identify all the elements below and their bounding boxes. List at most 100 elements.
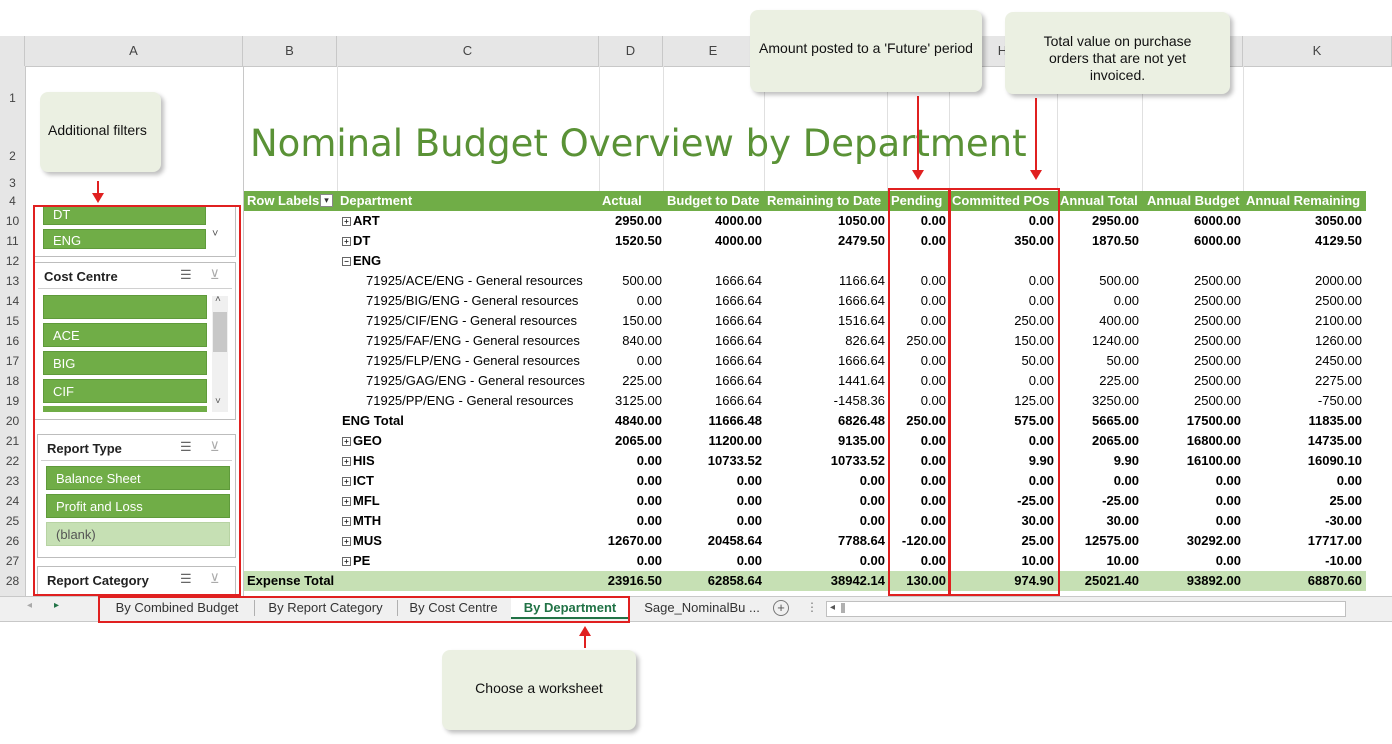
horizontal-scrollbar[interactable] (826, 601, 1346, 617)
value-budget-to-date: 0.00 (736, 473, 762, 488)
row-label[interactable]: + DT (342, 231, 370, 251)
row-number[interactable]: 24 (0, 494, 25, 508)
expand-icon[interactable]: + (342, 457, 351, 466)
row-number[interactable]: 4 (0, 194, 25, 208)
value-annual-total: 3250.00 (1092, 393, 1139, 408)
row-number[interactable]: 18 (0, 374, 25, 388)
row-number[interactable]: 27 (0, 554, 25, 568)
expand-icon[interactable]: + (342, 237, 351, 246)
value-actual: 840.00 (622, 333, 662, 348)
value-remaining-to-date: 1166.64 (838, 273, 885, 288)
column-header[interactable]: A (25, 36, 243, 66)
header-row-labels[interactable]: Row Labels (247, 191, 319, 211)
value-annual-budget: 6000.00 (1194, 233, 1241, 248)
row-number[interactable]: 25 (0, 514, 25, 528)
expand-icon[interactable]: + (342, 477, 351, 486)
expand-icon[interactable]: + (342, 497, 351, 506)
column-header[interactable]: E (663, 36, 764, 66)
row-label-text: ENG Total (342, 413, 404, 428)
total-annual-remaining: 68870.60 (1307, 573, 1362, 588)
value-annual-budget: 0.00 (1215, 493, 1241, 508)
select-all-corner[interactable] (0, 36, 25, 66)
value-annual-budget: 2500.00 (1194, 393, 1241, 408)
collapse-icon[interactable]: − (342, 257, 351, 266)
row-number[interactable]: 21 (0, 434, 25, 448)
expand-icon[interactable]: + (342, 557, 351, 566)
column-header[interactable]: K (1243, 36, 1392, 66)
row-label[interactable]: + HIS (342, 451, 375, 471)
expand-icon[interactable]: + (342, 437, 351, 446)
row-label: 71925/PP/ENG - General resources (366, 391, 573, 411)
row-label[interactable]: + ART (342, 211, 380, 231)
row-label[interactable]: + ICT (342, 471, 374, 491)
row-label[interactable]: + PE (342, 551, 370, 571)
more-options-icon[interactable]: ⋮ (806, 600, 818, 614)
row-number[interactable]: 3 (0, 176, 25, 190)
expand-icon[interactable]: + (342, 517, 351, 526)
expand-icon[interactable]: + (342, 217, 351, 226)
row-label[interactable]: − ENG (342, 251, 381, 271)
row-label: 71925/CIF/ENG - General resources (366, 311, 577, 331)
value-actual: 0.00 (636, 553, 662, 568)
filter-dropdown-icon[interactable]: ▾ (320, 194, 333, 207)
row-label[interactable]: + GEO (342, 431, 382, 451)
value-annual-total: 30.00 (1106, 513, 1139, 528)
row-label: 71925/FAF/ENG - General resources (366, 331, 580, 351)
row-number[interactable]: 22 (0, 454, 25, 468)
row-label-text: 71925/FLP/ENG - General resources (366, 353, 580, 368)
row-number[interactable]: 11 (0, 234, 25, 248)
tab-sage-nominal[interactable]: Sage_NominalBu ... (636, 597, 768, 619)
column-header[interactable]: C (337, 36, 599, 66)
callout-future-period: Amount posted to a 'Future' period (750, 10, 982, 92)
total-actual: 23916.50 (607, 573, 662, 588)
row-number[interactable]: 26 (0, 534, 25, 548)
arrowhead-down-icon (912, 170, 924, 180)
add-sheet-icon[interactable]: + (773, 600, 789, 616)
row-number[interactable]: 2 (0, 149, 25, 163)
scroll-right-icon[interactable]: ▸ (54, 600, 59, 611)
pending-highlight-box (888, 188, 950, 596)
row-number[interactable]: 16 (0, 334, 25, 348)
column-header[interactable]: B (243, 36, 337, 66)
row-number[interactable]: 1 (0, 91, 25, 105)
row-number[interactable]: 20 (0, 414, 25, 428)
value-annual-total: 225.00 (1099, 373, 1139, 388)
value-annual-remaining: 16090.10 (1307, 453, 1362, 468)
value-remaining-to-date: 1666.64 (838, 293, 885, 308)
scroll-left-arrow-icon[interactable]: ◂ (830, 602, 835, 613)
row-number[interactable]: 14 (0, 294, 25, 308)
value-annual-total: 1240.00 (1092, 333, 1139, 348)
row-label[interactable]: + MFL (342, 491, 380, 511)
header-budget-to-date: Budget to Date (667, 193, 760, 208)
column-header[interactable]: D (599, 36, 663, 66)
row-number[interactable]: 13 (0, 274, 25, 288)
row-label-text: ART (353, 213, 380, 228)
row-number[interactable]: 15 (0, 314, 25, 328)
scroll-thumb[interactable] (841, 603, 845, 613)
row-label[interactable]: + MUS (342, 531, 382, 551)
row-number[interactable]: 28 (0, 574, 25, 588)
row-number[interactable]: 17 (0, 354, 25, 368)
row-number[interactable]: 10 (0, 214, 25, 228)
value-annual-remaining: 2275.00 (1315, 373, 1362, 388)
row-number[interactable]: 19 (0, 394, 25, 408)
scroll-left-icon[interactable]: ◂ (27, 600, 32, 611)
value-annual-total: 0.00 (1113, 473, 1139, 488)
value-annual-remaining: 2450.00 (1315, 353, 1362, 368)
value-remaining-to-date: 0.00 (859, 473, 885, 488)
value-annual-total: -25.00 (1102, 493, 1139, 508)
value-annual-total: 2950.00 (1092, 213, 1139, 228)
value-annual-total: 12575.00 (1084, 533, 1139, 548)
value-annual-total: 9.90 (1113, 453, 1139, 468)
row-label-text: 71925/GAG/ENG - General resources (366, 373, 585, 388)
row-number[interactable]: 23 (0, 474, 25, 488)
row-number[interactable]: 12 (0, 254, 25, 268)
value-remaining-to-date: 10733.52 (830, 453, 885, 468)
value-budget-to-date: 0.00 (736, 513, 762, 528)
value-annual-budget: 0.00 (1215, 513, 1241, 528)
value-annual-total: 50.00 (1106, 353, 1139, 368)
row-label[interactable]: + MTH (342, 511, 381, 531)
value-remaining-to-date: 0.00 (859, 553, 885, 568)
value-annual-budget: 6000.00 (1194, 213, 1241, 228)
expand-icon[interactable]: + (342, 537, 351, 546)
